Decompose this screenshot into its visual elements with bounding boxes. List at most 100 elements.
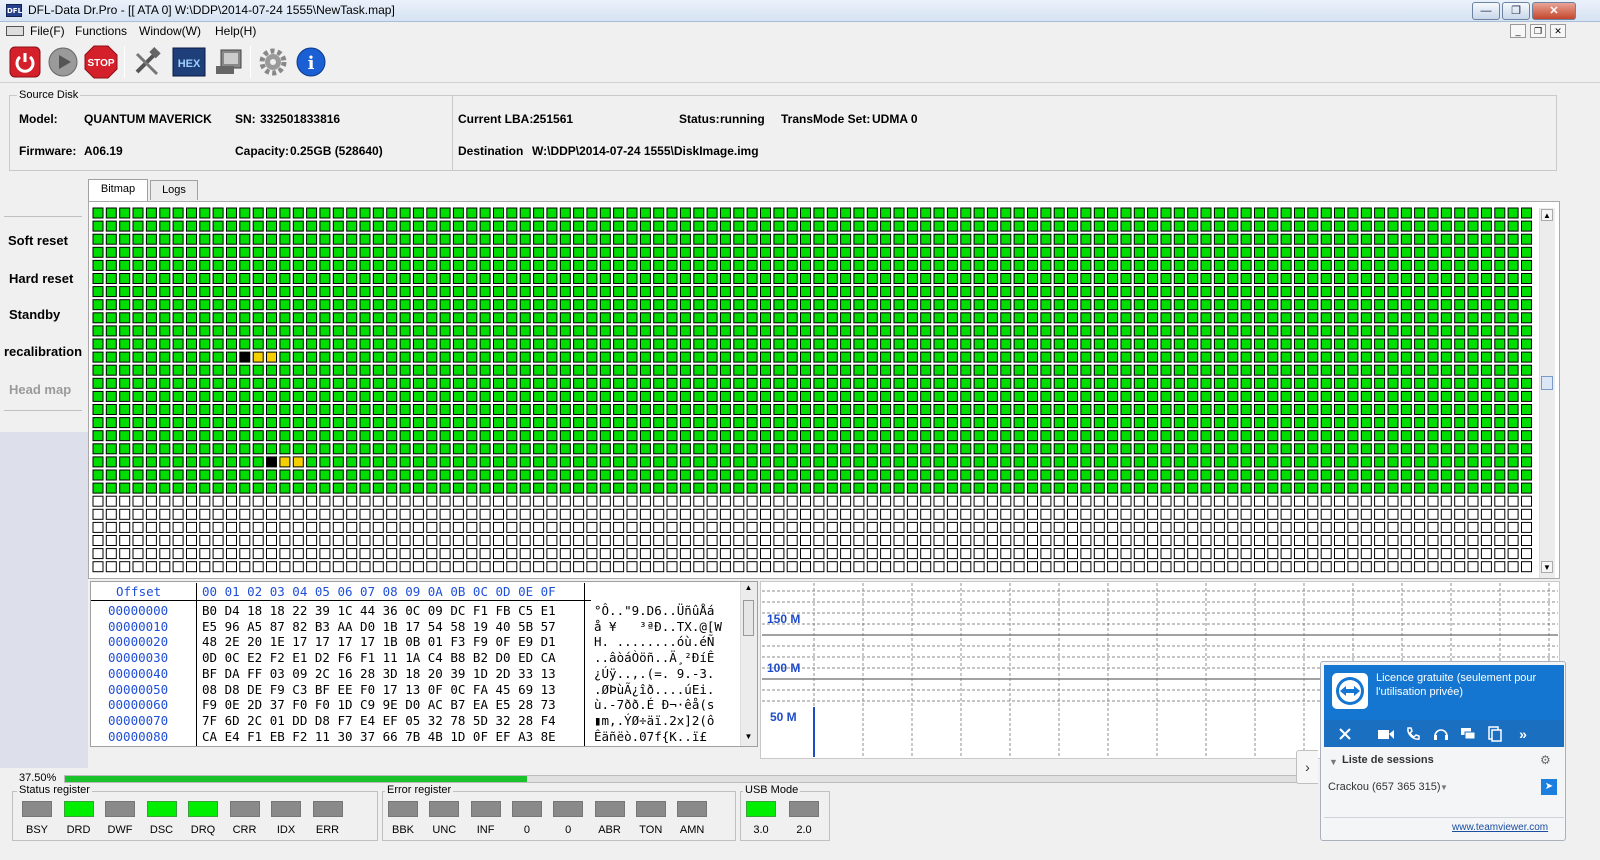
close-icon[interactable] — [1336, 726, 1354, 742]
head-map-button[interactable]: Head map — [9, 382, 71, 397]
bitmap-cell — [1240, 338, 1252, 350]
hex-bytes[interactable]: CA E4 F1 EB F2 11 30 37 66 7B 4B 1D 0F E… — [202, 729, 556, 744]
hex-bytes[interactable]: BF DA FF 03 09 2C 16 28 3D 18 20 39 1D 2… — [202, 666, 556, 681]
headset-icon[interactable] — [1432, 726, 1450, 742]
collapse-triangle-icon[interactable]: ▼ — [1329, 757, 1338, 767]
hex-bytes[interactable]: 0D 0C E2 F2 E1 D2 F6 F1 11 1A C4 B8 B2 D… — [202, 650, 556, 665]
mdi-restore-icon[interactable]: ❐ — [1530, 24, 1546, 38]
bitmap-cell — [853, 443, 865, 455]
bitmap-cell — [853, 220, 865, 232]
bitmap-cell — [1213, 338, 1225, 350]
hex-bytes[interactable]: E5 96 A5 87 82 B3 AA D0 1B 17 54 58 19 4… — [202, 619, 556, 634]
bitmap-cell — [653, 521, 665, 533]
standby-button[interactable]: Standby — [9, 307, 60, 322]
scroll-down-icon[interactable]: ▼ — [742, 732, 755, 744]
scroll-down-icon[interactable]: ▼ — [1541, 561, 1553, 573]
hex-bytes[interactable]: B0 D4 18 18 22 39 1C 44 36 0C 09 DC F1 F… — [202, 603, 556, 618]
scroll-thumb[interactable] — [743, 600, 754, 636]
mdi-minimize-icon[interactable]: _ — [1510, 24, 1526, 38]
teamviewer-session-item[interactable]: Crackou (657 365 315) — [1328, 781, 1441, 793]
bitmap-cell — [105, 404, 117, 415]
bitmap-cell — [1227, 273, 1239, 284]
bitmap-cell — [626, 469, 638, 481]
hex-ascii[interactable]: å ¥ ³ªÐ..TX.@[W — [594, 619, 722, 634]
tools-button[interactable] — [130, 45, 164, 79]
bitmap-cell — [145, 351, 157, 363]
hex-bytes[interactable]: F9 0E 2D 37 F0 F0 1D C9 9E D0 AC B7 EA E… — [202, 697, 556, 712]
play-button[interactable] — [46, 45, 80, 79]
settings-button[interactable] — [256, 45, 290, 79]
bitmap-cell — [452, 456, 464, 468]
teamviewer-expand-handle[interactable]: › — [1296, 750, 1318, 784]
hex-ascii[interactable]: °Ô.."9.D6..ÜñûÅá — [594, 603, 714, 618]
menu-window[interactable]: Window(W) — [139, 24, 201, 38]
bitmap-cell — [145, 495, 157, 507]
menu-functions[interactable]: Functions — [75, 24, 127, 38]
bitmap-cell — [479, 508, 491, 520]
terminal-button[interactable] — [212, 45, 246, 79]
hex-ascii[interactable]: H. ........óù.éÑ — [594, 634, 714, 649]
teamviewer-link[interactable]: www.teamviewer.com — [1452, 822, 1548, 833]
menu-help[interactable]: Help(H) — [215, 24, 256, 38]
bitmap-cell — [800, 417, 811, 429]
bitmap-cell — [1467, 390, 1479, 402]
menu-file[interactable]: File(F) — [30, 24, 65, 38]
bitmap-cell — [786, 299, 798, 311]
hex-scrollbar[interactable]: ▲ ▼ — [740, 582, 757, 746]
info-button[interactable]: i — [294, 45, 328, 79]
bitmap-cell — [866, 521, 878, 533]
chat-icon[interactable] — [1459, 726, 1477, 742]
error-register-led — [388, 801, 418, 817]
stop-button[interactable]: STOP — [84, 45, 118, 79]
cursor-icon[interactable]: ➤ — [1541, 779, 1557, 795]
bitmap-cell — [986, 338, 998, 350]
bitmap-cell — [1387, 312, 1399, 324]
video-icon[interactable] — [1377, 726, 1395, 742]
more-icon[interactable]: » — [1514, 726, 1532, 742]
bitmap-cell — [1133, 443, 1145, 455]
bitmap-cell — [359, 325, 371, 337]
hex-ascii[interactable]: Êäñëò.07f{K..ï£ — [594, 729, 714, 744]
bitmap-cell — [880, 430, 892, 442]
scroll-thumb[interactable] — [1541, 376, 1553, 390]
bitmap-cell — [319, 299, 331, 311]
power-button[interactable] — [8, 45, 42, 79]
chevron-down-icon[interactable]: ▼ — [1440, 783, 1448, 792]
bitmap-cell — [319, 246, 331, 258]
bitmap-cell — [426, 548, 438, 560]
tab-bitmap[interactable]: Bitmap — [88, 179, 148, 201]
hex-bytes[interactable]: 08 D8 DE F9 C3 BF EE F0 17 13 0F 0C FA 4… — [202, 682, 556, 697]
bitmap-cell — [1521, 561, 1532, 573]
hex-button[interactable]: HEX — [172, 45, 206, 79]
bitmap-cell — [292, 390, 304, 402]
bitmap-scrollbar[interactable]: ▲ ▼ — [1539, 208, 1555, 578]
tab-logs[interactable]: Logs — [150, 180, 198, 200]
hard-reset-button[interactable]: Hard reset — [9, 271, 73, 286]
hex-bytes[interactable]: 7F 6D 2C 01 DD D8 F7 E4 EF 05 32 78 5D 3… — [202, 713, 556, 728]
bitmap-cell — [1067, 430, 1078, 442]
mdi-close-icon[interactable]: ✕ — [1550, 24, 1566, 38]
gear-icon[interactable]: ⚙ — [1540, 753, 1551, 767]
bitmap-cell — [1147, 246, 1159, 258]
mdi-window-icon[interactable] — [6, 26, 24, 36]
bitmap-cell — [1454, 535, 1466, 546]
bitmap-cell — [466, 521, 478, 533]
soft-reset-button[interactable]: Soft reset — [8, 233, 68, 248]
recalibration-button[interactable]: recalibration — [4, 344, 82, 359]
close-icon[interactable]: ✕ — [1532, 2, 1576, 20]
restore-icon[interactable]: ❐ — [1502, 2, 1530, 20]
scroll-up-icon[interactable]: ▲ — [742, 583, 755, 595]
bitmap-cell — [439, 508, 451, 520]
file-transfer-icon[interactable] — [1486, 726, 1504, 742]
hex-ascii[interactable]: ..âòáÒöñ..Ä¸²ÐíÊ — [594, 650, 714, 665]
hex-ascii[interactable]: ù.-7ðð.É Ð¬·êå(s — [594, 697, 714, 712]
hex-ascii[interactable]: ▮m,.ÝØ÷äï.2x]2(ô — [594, 713, 714, 728]
bitmap-cell — [105, 456, 117, 468]
minimize-icon[interactable]: — — [1472, 2, 1500, 20]
hex-ascii[interactable]: .ØÞùÃ¿îð....úEi. — [594, 682, 714, 697]
phone-icon[interactable] — [1404, 726, 1422, 742]
hex-bytes[interactable]: 48 2E 20 1E 17 17 17 17 1B 0B 01 F3 F9 0… — [202, 634, 556, 649]
scroll-up-icon[interactable]: ▲ — [1541, 209, 1553, 221]
hex-ascii[interactable]: ¿Úÿ..,.(=. 9.-3. — [594, 666, 714, 681]
hex-column-header: 00 01 02 03 04 05 06 07 08 09 0A 0B 0C 0… — [202, 584, 556, 599]
